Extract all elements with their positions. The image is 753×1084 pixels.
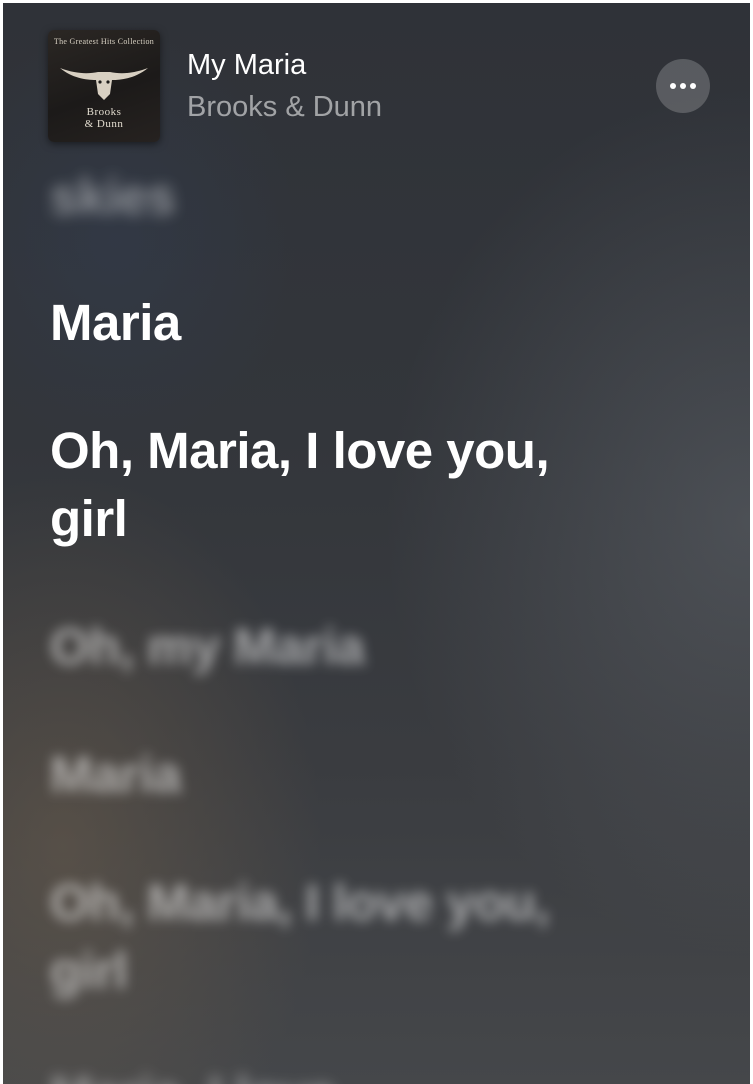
album-art-band-line-1: Brooks: [86, 106, 122, 118]
album-art-top-text: The Greatest Hits Collection: [53, 37, 155, 46]
artist-name[interactable]: Brooks & Dunn: [187, 89, 382, 125]
now-playing-header: The Greatest Hits Collection Brooks & Du…: [3, 3, 750, 153]
ellipsis-icon-dot: [680, 83, 686, 89]
lyric-line-upcoming[interactable]: Oh, Maria, I love you, girl: [50, 869, 590, 1005]
ellipsis-icon-dot: [690, 83, 696, 89]
album-art-bottom-text: Brooks & Dunn: [48, 106, 160, 130]
lyric-line-upcoming[interactable]: Maria: [50, 741, 590, 809]
lyrics-screen: The Greatest Hits Collection Brooks & Du…: [3, 3, 750, 1084]
song-title[interactable]: My Maria: [187, 47, 306, 83]
lyric-line-active[interactable]: Oh, Maria, I love you, girl: [50, 417, 590, 553]
lyric-line-upcoming[interactable]: Maria, I love: [50, 1061, 590, 1084]
lyric-line-upcoming[interactable]: Oh, my Maria: [50, 613, 590, 681]
more-options-button[interactable]: [656, 59, 710, 113]
ellipsis-icon-dot: [670, 83, 676, 89]
lyric-line-active[interactable]: Maria: [50, 289, 590, 357]
album-art[interactable]: The Greatest Hits Collection Brooks & Du…: [48, 30, 160, 142]
album-art-band-line-2: & Dunn: [84, 118, 124, 130]
lyric-line-previous[interactable]: skies: [50, 163, 590, 231]
longhorn-skull-icon: [60, 68, 148, 100]
